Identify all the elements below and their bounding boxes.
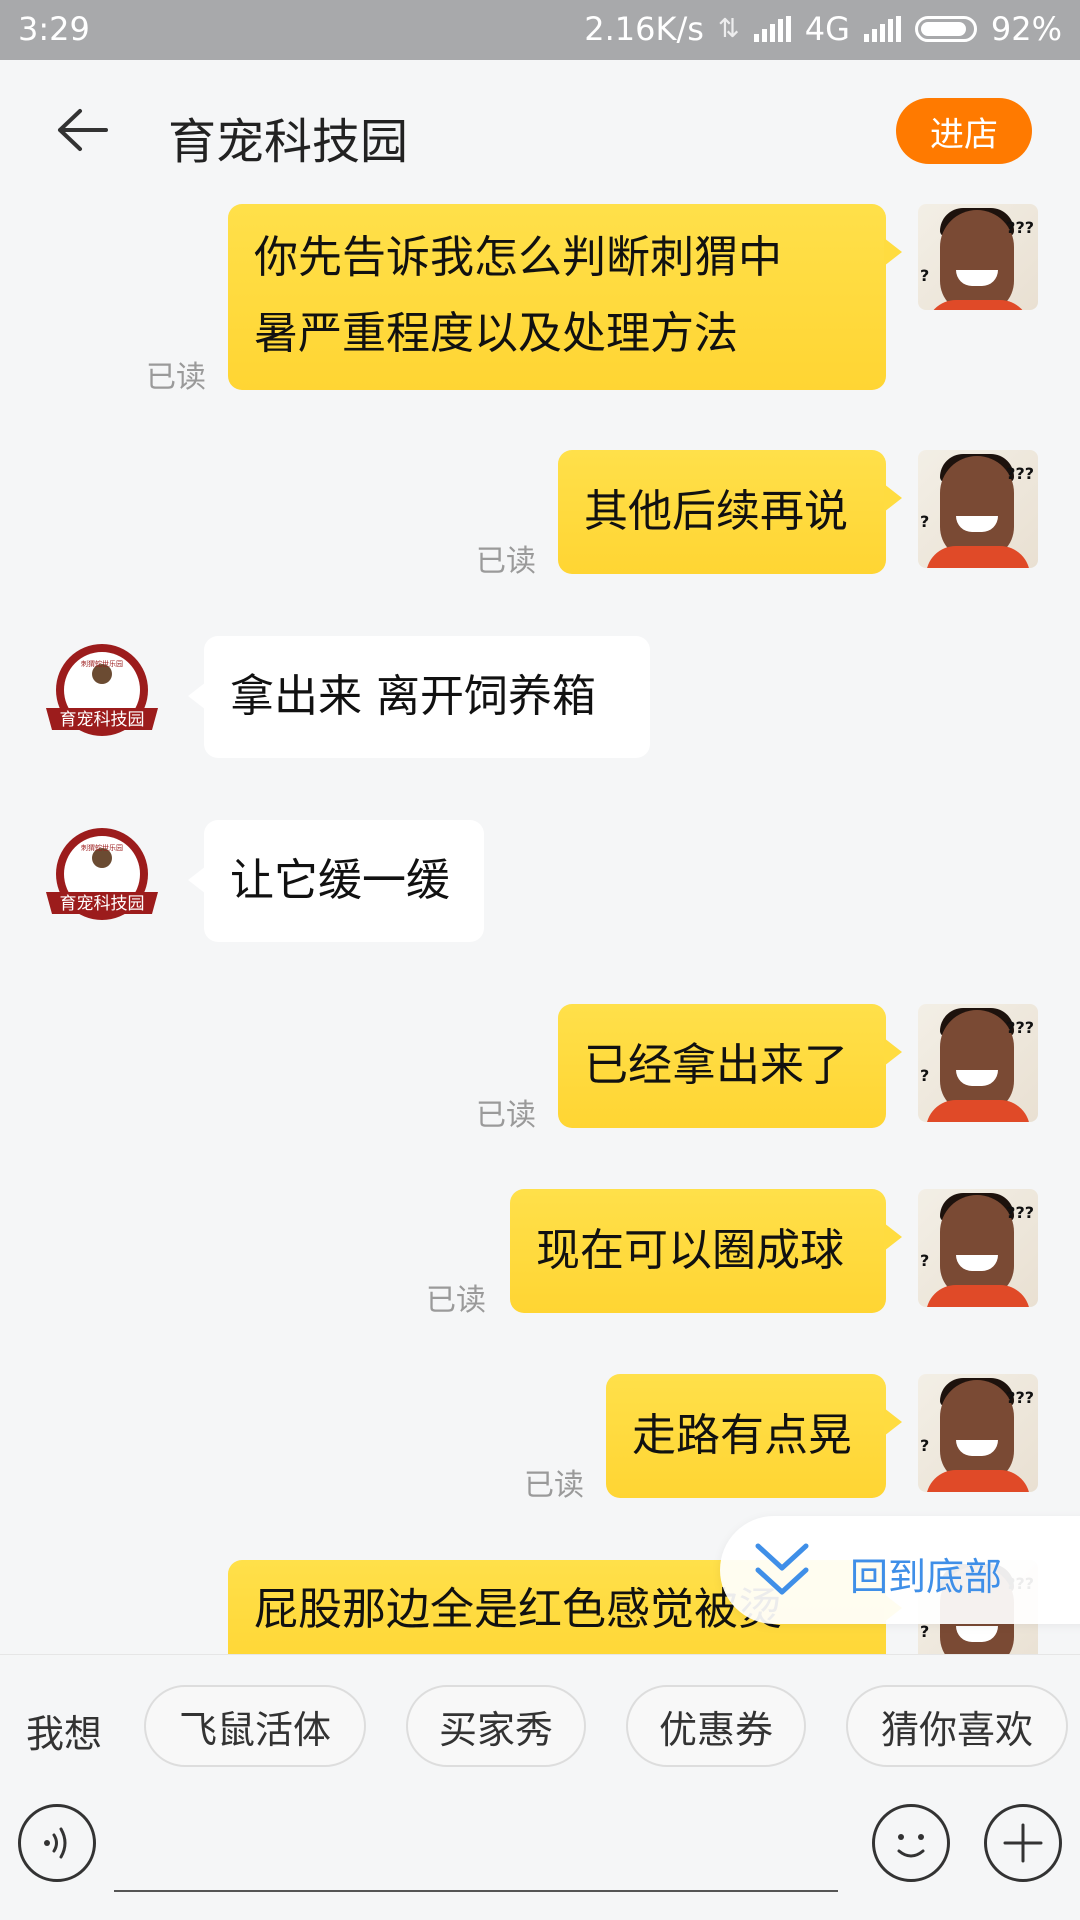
smiley-icon xyxy=(897,1834,925,1858)
data-arrows-icon: ⇅ xyxy=(717,14,740,44)
my-avatar[interactable]: ???? xyxy=(918,1189,1038,1307)
message-input[interactable] xyxy=(114,1810,838,1892)
avatar-mark: ??? xyxy=(1006,1203,1034,1222)
read-receipt: 已读 xyxy=(146,360,206,395)
message-item: 其他后续再说 已读 ???? xyxy=(0,450,1080,580)
back-to-bottom-button[interactable]: 回到底部 xyxy=(720,1516,1080,1624)
double-chevron-down-icon xyxy=(755,1543,809,1595)
message-line: 你先告诉我怎么判断刺猬中 xyxy=(254,232,782,283)
my-message-bubble[interactable]: 其他后续再说 xyxy=(558,450,902,574)
signal-icon xyxy=(753,16,791,42)
enter-shop-button[interactable]: 进店 xyxy=(896,98,1032,164)
status-right: 2.16K/s ⇅ 4G 92% xyxy=(584,10,1062,48)
status-bar: 3:29 2.16K/s ⇅ 4G 92% xyxy=(0,0,1080,60)
avatar-shirt xyxy=(926,546,1030,568)
my-avatar[interactable]: ???? xyxy=(918,1374,1038,1492)
avatar-face xyxy=(940,210,1014,310)
read-receipt: 已读 xyxy=(524,1468,584,1503)
chip-flying-squirrel[interactable]: 飞鼠活体 xyxy=(144,1685,366,1767)
avatar-mark: ??? xyxy=(1006,1018,1034,1037)
chip-guess-you-like[interactable]: 猜你喜欢 xyxy=(846,1685,1068,1767)
message-item: 现在可以圈成球 已读 ???? xyxy=(0,1189,1080,1319)
avatar-face xyxy=(940,1010,1014,1114)
avatar-mark: ? xyxy=(920,1622,930,1641)
message-line: 暑严重程度以及处理方法 xyxy=(254,308,738,359)
my-avatar[interactable]: ???? xyxy=(918,204,1038,310)
shop-badge-text: 育宠科技园 xyxy=(60,710,145,730)
my-message-bubble[interactable]: 现在可以圈成球 xyxy=(510,1189,902,1313)
avatar-shirt xyxy=(926,300,1030,310)
more-actions-button[interactable] xyxy=(984,1804,1062,1882)
avatar-mark: ??? xyxy=(1006,464,1034,483)
message-item: 已经拿出来了 已读 ???? xyxy=(0,1004,1080,1134)
shop-seal-text: 刺猬蛇世乐园 xyxy=(81,659,123,668)
shop-message-bubble[interactable]: 让它缓一缓 xyxy=(188,820,484,942)
quick-suggestions: 我想 飞鼠活体 买家秀 优惠券 猜你喜欢 xyxy=(0,1654,1080,1791)
shop-message-bubble[interactable]: 拿出来 离开饲养箱 xyxy=(188,636,650,758)
my-avatar[interactable]: ???? xyxy=(918,1004,1038,1122)
read-receipt: 已读 xyxy=(426,1283,486,1318)
my-message-bubble[interactable]: 你先告诉我怎么判断刺猬中 暑严重程度以及处理方法 xyxy=(228,204,902,390)
status-time: 3:29 xyxy=(18,10,90,48)
my-message-bubble[interactable]: 走路有点晃 xyxy=(606,1374,902,1498)
signal-icon-2 xyxy=(863,16,901,42)
message-item: 刺猬蛇世乐园 育宠科技园 让它缓一缓 xyxy=(0,820,1080,950)
avatar-mark: ??? xyxy=(1006,218,1034,237)
shop-seal-text: 刺猬蛇世乐园 xyxy=(81,843,123,852)
avatar-face xyxy=(940,1380,1014,1484)
quick-label: 我想 xyxy=(26,1712,103,1756)
message-item: 你先告诉我怎么判断刺猬中 暑严重程度以及处理方法 已读 ???? xyxy=(0,204,1080,395)
read-receipt: 已读 xyxy=(476,544,536,579)
my-message-bubble[interactable]: 已经拿出来了 xyxy=(558,1004,902,1128)
avatar-mark: ? xyxy=(920,1066,930,1085)
avatar-mark: ? xyxy=(920,1251,930,1270)
message-item: 刺猬蛇世乐园 育宠科技园 拿出来 离开饲养箱 xyxy=(0,636,1080,766)
avatar-face xyxy=(940,1195,1014,1299)
read-receipt: 已读 xyxy=(476,1098,536,1133)
avatar-mark: ??? xyxy=(1006,1388,1034,1407)
voice-icon xyxy=(44,1827,67,1859)
avatar-mark: ? xyxy=(920,266,930,285)
chat-list[interactable]: 你先告诉我怎么判断刺猬中 暑严重程度以及处理方法 已读 ???? 其他后续再说 … xyxy=(0,204,1080,1654)
avatar-mark: ? xyxy=(920,1436,930,1455)
plus-icon xyxy=(1003,1823,1043,1863)
battery-level: 92% xyxy=(990,10,1062,48)
shop-title: 育宠科技园 xyxy=(168,114,409,170)
shop-avatar[interactable]: 刺猬蛇世乐园 育宠科技园 xyxy=(42,642,162,746)
chat-header: 育宠科技园 进店 xyxy=(0,60,1080,204)
chip-coupon[interactable]: 优惠券 xyxy=(626,1685,806,1767)
network-speed: 2.16K/s xyxy=(584,10,704,48)
message-item: 走路有点晃 已读 ???? xyxy=(0,1374,1080,1504)
avatar-mark: ? xyxy=(920,512,930,531)
back-arrow-icon[interactable] xyxy=(52,105,112,155)
avatar-face xyxy=(940,456,1014,560)
shop-badge-text: 育宠科技园 xyxy=(60,894,145,914)
battery-icon xyxy=(914,16,977,42)
input-bar xyxy=(0,1790,1080,1920)
avatar-shirt xyxy=(926,1285,1030,1307)
voice-input-button[interactable] xyxy=(18,1804,96,1882)
avatar-shirt xyxy=(926,1470,1030,1492)
back-to-bottom-label: 回到底部 xyxy=(850,1555,1003,1599)
shop-avatar[interactable]: 刺猬蛇世乐园 育宠科技园 xyxy=(42,826,162,930)
my-avatar[interactable]: ???? xyxy=(918,450,1038,568)
avatar-shirt xyxy=(926,1100,1030,1122)
network-type: 4G xyxy=(804,10,850,48)
emoji-button[interactable] xyxy=(872,1804,950,1882)
chip-buyer-show[interactable]: 买家秀 xyxy=(406,1685,586,1767)
